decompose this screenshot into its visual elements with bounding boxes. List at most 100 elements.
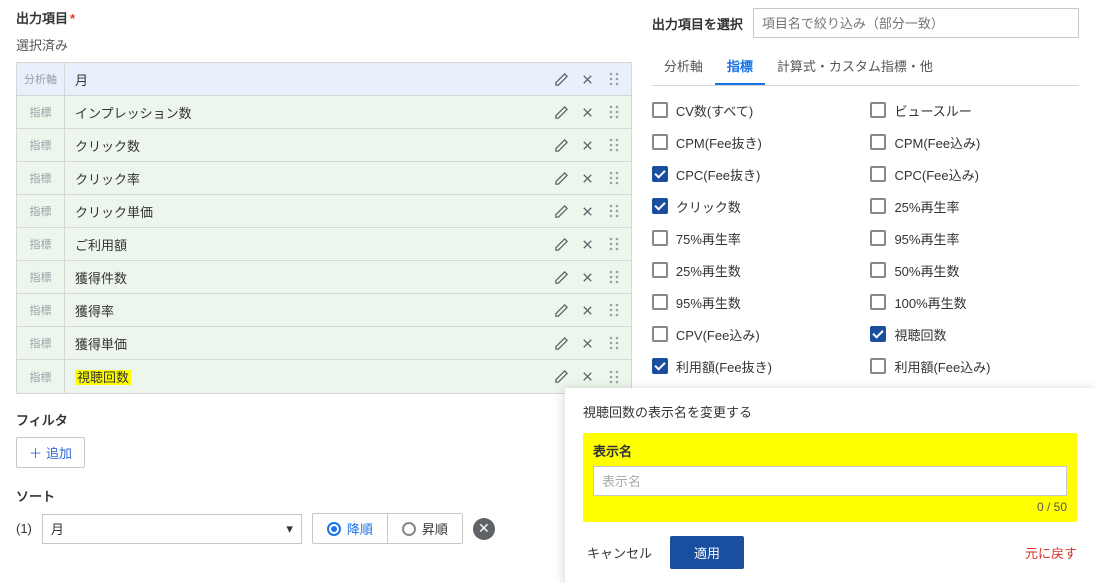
metric-option[interactable]: 視聴回数: [870, 318, 1079, 350]
checkbox[interactable]: [870, 230, 886, 246]
edit-button[interactable]: [549, 364, 575, 390]
drag-handle[interactable]: [601, 330, 627, 356]
metric-option[interactable]: CPM(Fee抜き): [652, 126, 861, 158]
metric-label: 利用額(Fee込み): [894, 357, 990, 376]
metric-label: CPC(Fee抜き): [676, 165, 761, 184]
drag-handle[interactable]: [601, 132, 627, 158]
metric-option[interactable]: CPM(Fee込み): [870, 126, 1079, 158]
remove-button[interactable]: [575, 231, 601, 257]
edit-button[interactable]: [549, 330, 575, 356]
remove-button[interactable]: [575, 297, 601, 323]
pencil-icon: [554, 237, 569, 252]
checkbox[interactable]: [652, 166, 668, 182]
metric-label: 25%再生数: [676, 261, 741, 280]
sort-field-select[interactable]: 月 ▾: [42, 514, 302, 544]
display-name-input[interactable]: [593, 466, 1067, 496]
drag-handle[interactable]: [601, 66, 627, 92]
sort-desc-option[interactable]: 降順: [313, 514, 388, 543]
edit-button[interactable]: [549, 132, 575, 158]
edit-button[interactable]: [549, 264, 575, 290]
metric-option[interactable]: 利用額(Fee込み): [870, 350, 1079, 382]
edit-button[interactable]: [549, 297, 575, 323]
metric-option[interactable]: 50%再生数: [870, 254, 1079, 286]
tab-custom[interactable]: 計算式・カスタム指標・他: [765, 48, 945, 85]
metric-option[interactable]: クリック数: [652, 190, 861, 222]
checkbox[interactable]: [870, 102, 886, 118]
metric-option[interactable]: 25%再生数: [652, 254, 861, 286]
tab-metric[interactable]: 指標: [715, 48, 765, 85]
reset-button[interactable]: 元に戻す: [1025, 543, 1077, 562]
remove-button[interactable]: [575, 198, 601, 224]
drag-handle[interactable]: [601, 264, 627, 290]
search-input[interactable]: [753, 8, 1079, 38]
cancel-button[interactable]: キャンセル: [583, 537, 656, 568]
pencil-icon: [554, 138, 569, 153]
remove-button[interactable]: [575, 132, 601, 158]
checkbox[interactable]: [652, 326, 668, 342]
checkbox[interactable]: [870, 294, 886, 310]
remove-button[interactable]: [575, 330, 601, 356]
drag-handle[interactable]: [601, 231, 627, 257]
checkbox[interactable]: [652, 262, 668, 278]
checkbox[interactable]: [652, 294, 668, 310]
checkbox[interactable]: [652, 198, 668, 214]
metric-option[interactable]: CV数(すべて): [652, 94, 861, 126]
checkbox[interactable]: [870, 358, 886, 374]
clear-sort-button[interactable]: ✕: [473, 518, 495, 540]
remove-button[interactable]: [575, 165, 601, 191]
drag-icon: [608, 237, 620, 251]
row-tag: 指標: [17, 195, 65, 227]
checkbox[interactable]: [652, 358, 668, 374]
metric-option[interactable]: 25%再生率: [870, 190, 1079, 222]
drag-handle[interactable]: [601, 198, 627, 224]
checkbox[interactable]: [870, 166, 886, 182]
checkbox[interactable]: [870, 326, 886, 342]
modal-title: 視聴回数の表示名を変更する: [583, 402, 1077, 421]
selected-row: 指標ご利用額: [17, 228, 631, 261]
row-tag: 指標: [17, 228, 65, 260]
remove-button[interactable]: [575, 99, 601, 125]
selected-row: 指標獲得件数: [17, 261, 631, 294]
filter-title: フィルタ: [16, 410, 632, 429]
edit-button[interactable]: [549, 99, 575, 125]
remove-button[interactable]: [575, 364, 601, 390]
metric-label: 100%再生数: [894, 293, 966, 312]
selected-row: 指標インプレッション数: [17, 96, 631, 129]
edit-button[interactable]: [549, 198, 575, 224]
metric-option[interactable]: CPC(Fee込み): [870, 158, 1079, 190]
metric-option[interactable]: 95%再生率: [870, 222, 1079, 254]
metric-option[interactable]: 75%再生率: [652, 222, 861, 254]
drag-handle[interactable]: [601, 99, 627, 125]
tab-axis[interactable]: 分析軸: [652, 48, 715, 85]
drag-handle[interactable]: [601, 364, 627, 390]
checkbox[interactable]: [652, 102, 668, 118]
metric-option[interactable]: 利用額(Fee抜き): [652, 350, 861, 382]
metric-option[interactable]: CPV(Fee込み): [652, 318, 861, 350]
checkbox[interactable]: [652, 230, 668, 246]
close-icon: [580, 171, 595, 186]
edit-button[interactable]: [549, 231, 575, 257]
row-label: クリック数: [65, 136, 549, 155]
drag-handle[interactable]: [601, 297, 627, 323]
checkbox[interactable]: [870, 262, 886, 278]
remove-button[interactable]: [575, 66, 601, 92]
checkbox[interactable]: [870, 134, 886, 150]
edit-button[interactable]: [549, 66, 575, 92]
drag-handle[interactable]: [601, 165, 627, 191]
sort-asc-option[interactable]: 昇順: [388, 514, 462, 543]
metric-option[interactable]: ビュースルー: [870, 94, 1079, 126]
row-label: 獲得率: [65, 301, 549, 320]
metric-option[interactable]: 100%再生数: [870, 286, 1079, 318]
remove-button[interactable]: [575, 264, 601, 290]
row-tag: 指標: [17, 162, 65, 194]
metric-option[interactable]: 95%再生数: [652, 286, 861, 318]
sort-count: (1): [16, 521, 32, 536]
apply-button[interactable]: 適用: [670, 536, 744, 569]
row-label: ご利用額: [65, 235, 549, 254]
metric-option[interactable]: CPC(Fee抜き): [652, 158, 861, 190]
checkbox[interactable]: [652, 134, 668, 150]
checkbox[interactable]: [870, 198, 886, 214]
rename-modal: 視聴回数の表示名を変更する 表示名 0 / 50 キャンセル 適用 元に戻す: [565, 388, 1095, 583]
add-filter-button[interactable]: ＋ 追加: [16, 437, 85, 468]
edit-button[interactable]: [549, 165, 575, 191]
